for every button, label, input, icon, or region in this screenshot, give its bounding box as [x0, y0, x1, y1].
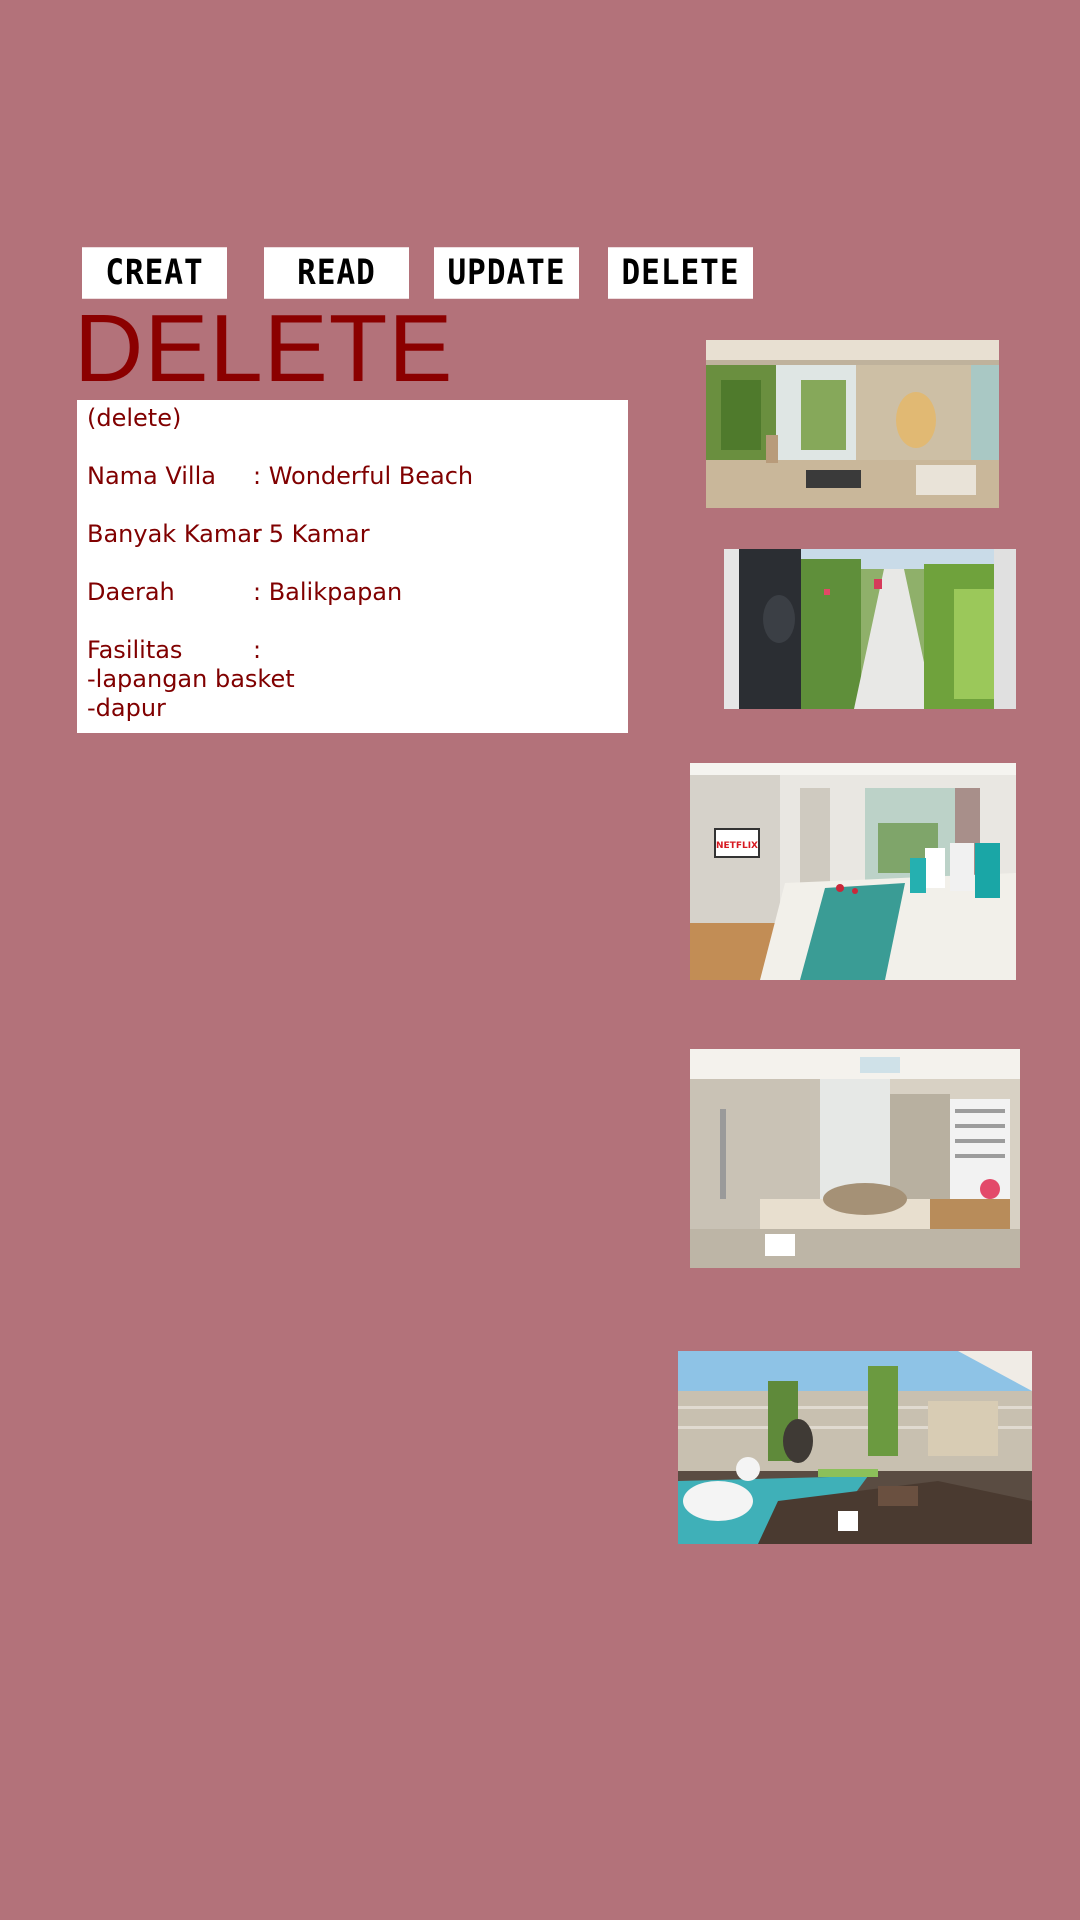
field-value: : Balikpapan — [253, 578, 403, 606]
field-label: Daerah — [87, 578, 175, 606]
field-value: : — [253, 636, 262, 664]
update-button[interactable]: UPDATE — [434, 247, 579, 299]
page-title: DELETE — [74, 295, 454, 402]
garden-walkway-photo — [724, 549, 1016, 709]
tv-screen-label: NETFLIX — [716, 841, 758, 851]
field-banyak-kamar: Banyak Kamar: 5 Kamar — [87, 520, 618, 549]
villa-entrance-photo — [706, 340, 999, 508]
delete-button[interactable]: DELETE — [608, 247, 753, 299]
mode-label: (delete) — [87, 404, 182, 432]
field-label: Nama Villa — [87, 462, 216, 490]
facility-item: -dapur — [87, 694, 166, 722]
field-fasilitas: Fasilitas: — [87, 636, 618, 665]
villa-info-card: (delete) Nama Villa : Wonderful Beach Ban… — [77, 400, 628, 733]
field-daerah: Daerah : Balikpapan — [87, 578, 618, 607]
field-value: : Wonderful Beach — [253, 462, 474, 490]
field-label: Fasilitas — [87, 636, 183, 664]
bathroom-photo — [690, 1049, 1020, 1268]
facility-item: -lapangan basket — [87, 665, 295, 693]
create-button[interactable]: CREAT — [82, 247, 227, 299]
bedroom-photo: NETFLIX — [690, 763, 1016, 980]
field-label: Banyak Kamar — [87, 520, 262, 548]
pool-photo — [678, 1351, 1032, 1544]
field-nama-villa: Nama Villa : Wonderful Beach — [87, 462, 618, 491]
field-value: : 5 Kamar — [253, 520, 370, 548]
read-button[interactable]: READ — [264, 247, 409, 299]
